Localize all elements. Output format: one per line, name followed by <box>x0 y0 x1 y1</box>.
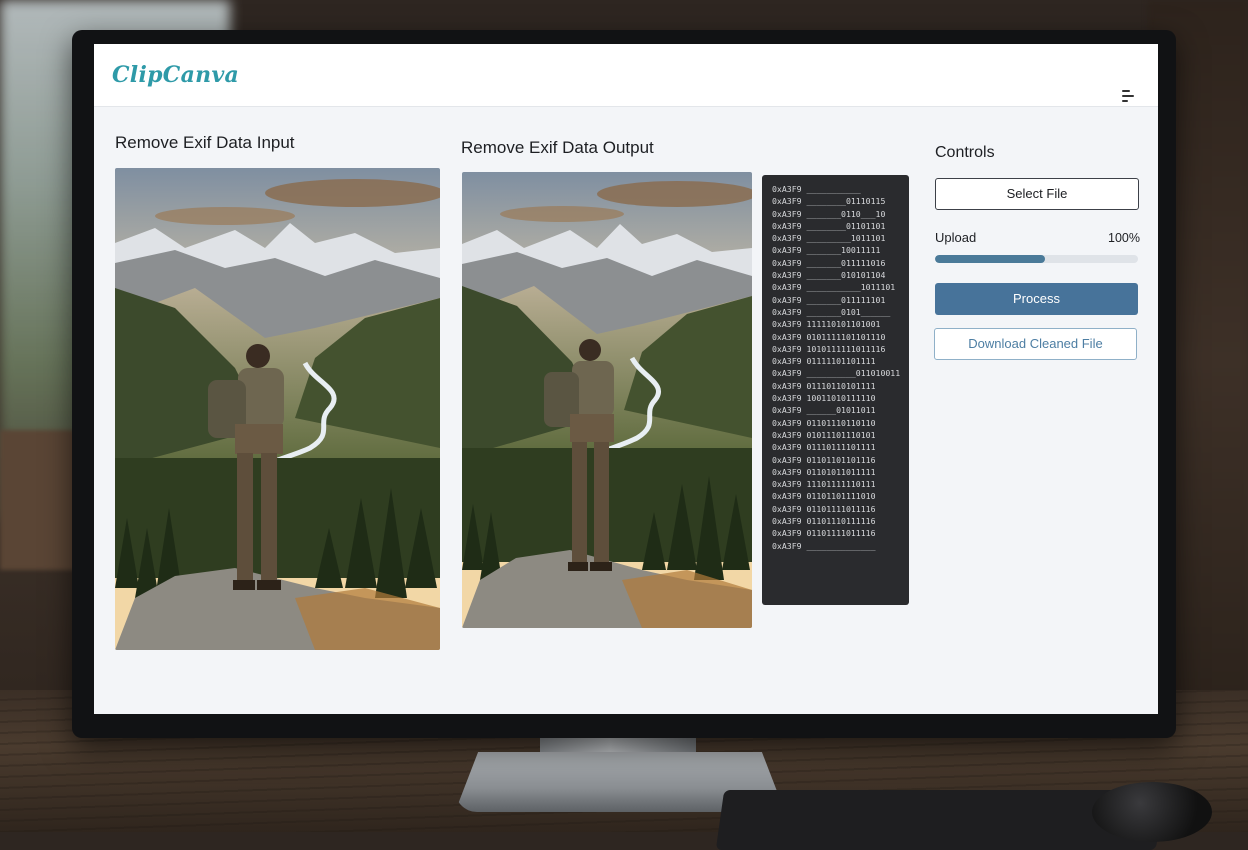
hex-dump-line: 0xA3F9 1010111111011116 <box>772 343 886 354</box>
output-panel-title: Remove Exif Data Output <box>461 138 654 157</box>
hex-dump-line: 0xA3F9 _______011111016 <box>772 257 886 268</box>
hex-dump-line: 0xA3F9 01101110110110 <box>772 417 876 428</box>
hex-dump-line: 0xA3F9 10011010111110 <box>772 393 876 404</box>
hex-dump-line: 0xA3F9 _______011111101 <box>772 294 886 305</box>
output-image <box>462 172 752 628</box>
app-logo[interactable]: ClipCanva <box>112 62 239 88</box>
upload-percent: 100% <box>1108 231 1140 245</box>
hex-dump-line: 0xA3F9 01110110101111 <box>772 380 876 391</box>
hex-dump-line: 0xA3F9 ________01101101 <box>772 220 886 231</box>
hex-dump-line: 0xA3F9 ___________1011101 <box>772 282 896 293</box>
menu-icon[interactable] <box>1122 90 1136 102</box>
hex-dump-line: 0xA3F9 0101111101101110 <box>772 331 886 342</box>
hex-dump-line: 0xA3F9 01101101101116 <box>772 454 876 465</box>
hex-dump-line: 0xA3F9 _________1011101 <box>772 233 886 244</box>
hex-dump-line: 0xA3F9 11101111110111 <box>772 479 876 490</box>
hex-dump-line: 0xA3F9 ______01011011 <box>772 405 876 416</box>
hex-dump-line: 0xA3F9 01111101101111 <box>772 356 876 367</box>
hex-dump-line: 0xA3F9 _______0110___10 <box>772 208 886 219</box>
hex-dump-line: 0xA3F9 01101011011111 <box>772 466 876 477</box>
input-image <box>115 168 440 650</box>
app-header: ClipCanva <box>94 44 1158 107</box>
app-screen: ClipCanva Remove Exif Data Input Remove … <box>94 44 1158 714</box>
hex-dump-line: 0xA3F9 ______________ <box>772 540 876 551</box>
download-cleaned-file-button[interactable]: Download Cleaned File <box>934 328 1137 360</box>
hex-dump-line: 0xA3F9 _______0101______ <box>772 306 891 317</box>
process-button[interactable]: Process <box>935 283 1138 315</box>
hex-dump-line: 0xA3F9 ________01110115 <box>772 196 886 207</box>
mouse <box>1092 782 1212 842</box>
upload-progress-bar <box>935 255 1138 263</box>
input-panel-title: Remove Exif Data Input <box>115 133 295 152</box>
hex-dump-line: 0xA3F9 01101101111010 <box>772 491 876 502</box>
hex-dump-line: 0xA3F9 __________011010011 <box>772 368 901 379</box>
hex-dump-line: 0xA3F9 ___________ <box>772 184 861 194</box>
hex-dump-line: 0xA3F9 01110111101111 <box>772 442 876 453</box>
hex-dump-line: 0xA3F9 _______010101104 <box>772 270 886 281</box>
upload-label: Upload <box>935 230 977 245</box>
select-file-button[interactable]: Select File <box>935 178 1139 210</box>
upload-progress-fill <box>935 255 1045 263</box>
hex-dump-line: 0xA3F9 01101111011116 <box>772 503 876 514</box>
hex-dump-panel: 0xA3F9 ___________ 0xA3F9 ________0111011… <box>762 175 909 605</box>
hex-dump-line: 0xA3F9 01011101110101 <box>772 429 876 440</box>
hex-dump-line: 0xA3F9 _______10011111 <box>772 245 881 256</box>
hex-dump-line: 0xA3F9 111110101101001 <box>772 319 881 330</box>
hex-dump-line: 0xA3F9 01101111011116 <box>772 528 876 539</box>
hex-dump-line: 0xA3F9 01101110111116 <box>772 516 876 527</box>
controls-title: Controls <box>935 144 995 161</box>
